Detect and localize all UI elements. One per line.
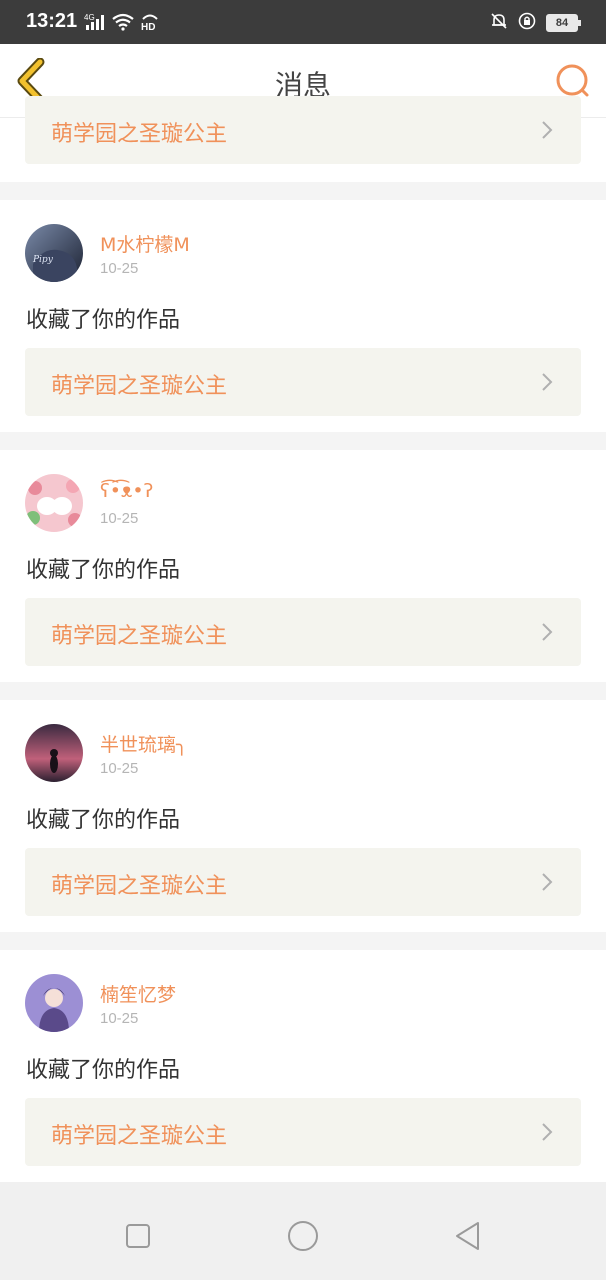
search-icon (556, 64, 589, 97)
back-nav-button[interactable] (452, 1220, 484, 1252)
notification-card: 楠笙忆梦 10-25 收藏了你的作品 萌学园之圣璇公主 (0, 950, 606, 1182)
network-signal-icon: 4G (84, 13, 106, 35)
action-text: 收藏了你的作品 (26, 558, 181, 583)
search-button[interactable] (554, 62, 592, 100)
chevron-right-icon (542, 873, 553, 891)
svg-text:4G: 4G (84, 13, 95, 22)
system-nav-bar (0, 1182, 606, 1280)
lock-rotation-icon (518, 12, 536, 34)
notification-card: ʕ͡•͡ᴥ•ʔ 10-25 收藏了你的作品 萌学园之圣璇公主 (0, 450, 606, 682)
chevron-right-icon (542, 373, 553, 391)
avatar[interactable]: Pipy (25, 224, 83, 282)
recents-button[interactable] (122, 1220, 154, 1252)
notification-card: Pipy M水柠檬M 10-25 收藏了你的作品 萌学园之圣璇公主 (0, 200, 606, 432)
action-text: 收藏了你的作品 (26, 808, 181, 833)
chevron-right-icon (542, 121, 553, 139)
avatar[interactable] (25, 474, 83, 532)
date: 10-25 (100, 510, 139, 527)
notification-card-partial: 萌学园之圣璇公主 (0, 96, 606, 182)
date: 10-25 (100, 1010, 139, 1027)
work-link[interactable]: 萌学园之圣璇公主 (25, 1098, 581, 1166)
username[interactable]: 楠笙忆梦 (100, 980, 176, 1007)
battery-icon: 84 (546, 14, 581, 32)
triangle-back-icon (456, 1222, 479, 1250)
hd-icon: HD (140, 13, 160, 35)
square-icon (126, 1224, 150, 1248)
username[interactable]: ʕ͡•͡ᴥ•ʔ (100, 480, 153, 503)
chevron-right-icon (542, 623, 553, 641)
work-link[interactable]: 萌学园之圣璇公主 (25, 598, 581, 666)
status-left-icons: 4G HD (84, 13, 160, 35)
status-right-icons: 84 (490, 12, 581, 34)
work-link[interactable]: 萌学园之圣璇公主 (25, 848, 581, 916)
user-avatar-icon (25, 474, 83, 532)
work-link[interactable]: 萌学园之圣璇公主 (25, 96, 581, 164)
notification-card: 半世琉璃╮ 10-25 收藏了你的作品 萌学园之圣璇公主 (0, 700, 606, 932)
date: 10-25 (100, 760, 139, 777)
home-button[interactable] (287, 1220, 319, 1252)
work-title: 萌学园之圣璇公主 (51, 1124, 228, 1149)
user-avatar-icon: Pipy (25, 224, 83, 282)
date: 10-25 (100, 260, 139, 277)
status-time: 13:21 (26, 10, 78, 32)
username[interactable]: M水柠檬M (100, 230, 190, 257)
action-text: 收藏了你的作品 (26, 308, 181, 333)
action-text: 收藏了你的作品 (26, 1058, 181, 1083)
avatar[interactable] (25, 974, 83, 1032)
work-title: 萌学园之圣璇公主 (51, 874, 228, 899)
user-avatar-icon (25, 974, 83, 1032)
svg-text:HD: HD (141, 22, 155, 31)
work-link[interactable]: 萌学园之圣璇公主 (25, 348, 581, 416)
wifi-icon (112, 13, 134, 35)
work-title: 萌学园之圣璇公主 (51, 374, 228, 399)
status-bar: 13:21 4G HD 84 (0, 0, 606, 44)
chevron-right-icon (542, 1123, 553, 1141)
bell-muted-icon (490, 12, 508, 34)
svg-text:Pipy: Pipy (32, 255, 54, 265)
avatar[interactable] (25, 724, 83, 782)
work-title: 萌学园之圣璇公主 (51, 624, 228, 649)
work-title: 萌学园之圣璇公主 (51, 122, 228, 147)
circle-icon (288, 1221, 318, 1251)
user-avatar-icon (25, 724, 83, 782)
username[interactable]: 半世琉璃╮ (100, 730, 187, 757)
